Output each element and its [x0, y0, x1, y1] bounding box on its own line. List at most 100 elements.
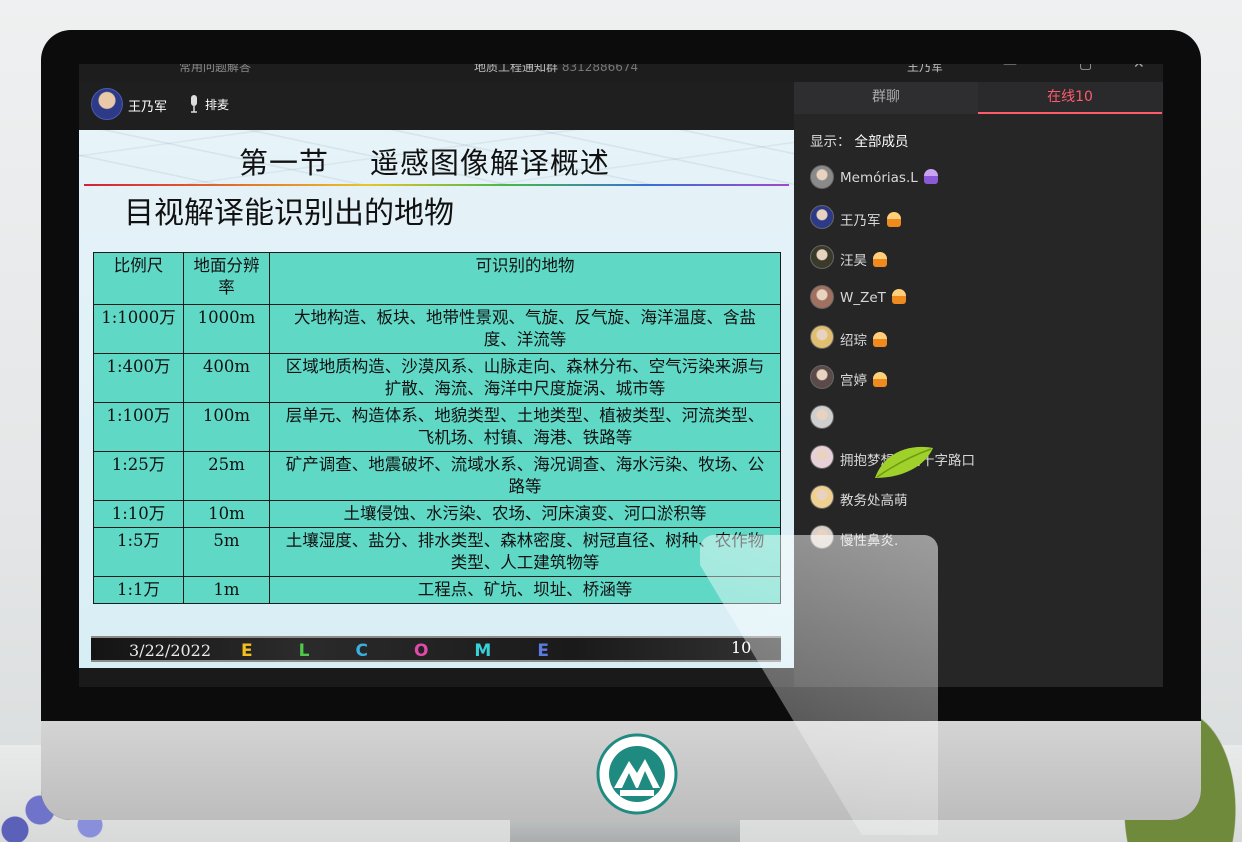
queue-button[interactable]: 排麦: [205, 96, 229, 113]
table-row: 1:5万 5m 土壤湿度、盐分、排水类型、森林密度、树冠直径、树种、农作物类型、人工…: [93, 527, 781, 577]
member-name-text: 宫婷: [840, 373, 867, 389]
member-name-text: 绍琮: [840, 333, 867, 349]
cell-scale: 1:5万: [93, 527, 184, 577]
monitor-chin: [41, 721, 1201, 820]
filter-value[interactable]: 全部成员: [855, 134, 909, 150]
host-avatar[interactable]: [91, 88, 123, 120]
member-item[interactable]: 宫婷: [810, 365, 1140, 391]
member-item[interactable]: 王乃军: [810, 205, 1140, 231]
meeting-app-window: 常用问题解答 地质工程通知群 8312886674 王乃军 — ▢ ✕ 王乃军 …: [79, 64, 1163, 687]
student-role-icon: [873, 252, 887, 267]
title-bar: 常用问题解答 地质工程通知群 8312886674 王乃军 — ▢ ✕: [79, 64, 1163, 82]
title-faq[interactable]: 常用问题解答: [179, 64, 251, 75]
header-scale: 比例尺: [93, 252, 184, 305]
cell-features: 矿产调查、地震破坏、流域水系、海况调查、海水污染、牧场、公路等: [269, 451, 781, 501]
member-avatar[interactable]: [810, 365, 834, 389]
member-name: 宫婷: [840, 369, 887, 389]
table-row: 1:25万 25m 矿产调查、地震破坏、流域水系、海况调查、海水污染、牧场、公路等: [93, 451, 781, 501]
table-row: 1:1000万 1000m 大地构造、板块、地带性景观、气旋、反气旋、海洋温度、含盐…: [93, 304, 781, 354]
leaf-decoration-icon: [875, 446, 933, 478]
maximize-icon[interactable]: ▢: [1079, 64, 1092, 72]
member-avatar[interactable]: [810, 285, 834, 309]
member-item[interactable]: 汪昊: [810, 245, 1140, 271]
member-avatar[interactable]: [810, 405, 834, 429]
member-item[interactable]: 教务处高萌: [810, 485, 1140, 511]
mic-icon[interactable]: [187, 94, 201, 114]
monitor-frame: 常用问题解答 地质工程通知群 8312886674 王乃军 — ▢ ✕ 王乃军 …: [41, 30, 1201, 820]
member-avatar[interactable]: [810, 485, 834, 509]
banner-letter: O: [413, 641, 475, 661]
cell-scale: 1:25万: [93, 451, 184, 501]
member-filter[interactable]: 显示： 全部成员: [810, 130, 909, 150]
cell-scale: 1:10万: [93, 500, 184, 528]
cell-resolution: 10m: [183, 500, 270, 528]
slide-date: 3/22/2022: [129, 641, 212, 660]
member-item[interactable]: [810, 405, 1140, 431]
slide-welcome-banner: ELCOME: [241, 641, 595, 661]
table-row: 1:10万 10m 土壤侵蚀、水污染、农场、河床演变、河口淤积等: [93, 500, 781, 528]
cell-scale: 1:400万: [93, 353, 184, 403]
member-avatar[interactable]: [810, 325, 834, 349]
member-name-text: Memórias.L: [840, 170, 918, 186]
close-icon[interactable]: ✕: [1133, 64, 1145, 72]
sidebar-tabs: 群聊 在线10: [794, 82, 1163, 114]
school-logo-icon: [596, 733, 678, 815]
table-header-row: 比例尺 地面分辨率 可识别的地物: [93, 252, 781, 305]
member-name: 教务处高萌: [840, 489, 908, 509]
member-item[interactable]: 绍琮: [810, 325, 1140, 351]
banner-letter: E: [537, 641, 595, 661]
slide-heading: 目视解译能识别出的地物: [124, 196, 454, 231]
cell-features: 区域地质构造、沙漠风系、山脉走向、森林分布、空气污染来源与扩散、海流、海洋中尺度…: [269, 353, 781, 403]
member-avatar[interactable]: [810, 165, 834, 189]
window-title: 地质工程通知群 8312886674: [474, 64, 639, 74]
slide-divider: [84, 184, 789, 186]
host-name: 王乃军: [128, 100, 168, 115]
student-role-icon: [891, 289, 906, 304]
cell-features: 土壤侵蚀、水污染、农场、河床演变、河口淤积等: [269, 500, 781, 528]
table-row: 1:100万 100m 层单元、构造体系、地貌类型、土地类型、植被类型、河流类型、飞…: [93, 402, 781, 452]
title-user[interactable]: 王乃军: [907, 64, 943, 75]
banner-letter: M: [474, 641, 538, 661]
slide-footer: 3/22/2022 ELCOME 10: [91, 636, 781, 662]
shared-slide: 第一节 遥感图像解译概述 目视解译能识别出的地物 比例尺 地面分辨率 可识别的地…: [79, 130, 794, 668]
cell-scale: 1:1000万: [93, 304, 184, 354]
header-features: 可识别的地物: [269, 252, 781, 305]
member-item[interactable]: W_ZeT: [810, 285, 1140, 311]
teacher-role-icon: [923, 169, 938, 184]
banner-letter: E: [241, 641, 299, 661]
member-name: 王乃军: [840, 209, 901, 229]
member-name: W_ZeT: [840, 289, 906, 306]
slide-section-title: 第一节 遥感图像解译概述: [239, 146, 610, 180]
student-role-icon: [886, 212, 901, 227]
member-item[interactable]: 拥抱梦想走向十字路口: [810, 445, 1140, 471]
member-name-text: W_ZeT: [840, 290, 886, 306]
member-name: 绍琮: [840, 329, 887, 349]
banner-letter: C: [355, 641, 414, 661]
cell-resolution: 1m: [183, 576, 270, 604]
student-role-icon: [873, 332, 887, 347]
cell-resolution: 100m: [183, 402, 270, 452]
cell-resolution: 400m: [183, 353, 270, 403]
member-avatar[interactable]: [810, 245, 834, 269]
cell-scale: 1:1万: [93, 576, 184, 604]
student-role-icon: [873, 372, 887, 387]
header-resolution: 地面分辨率: [183, 252, 270, 305]
member-name: 汪昊: [840, 249, 887, 269]
cell-features: 层单元、构造体系、地貌类型、土地类型、植被类型、河流类型、飞机场、村镇、海港、铁…: [269, 402, 781, 452]
cell-features: 工程点、矿坑、坝址、桥涵等: [269, 576, 781, 604]
member-name-text: 汪昊: [840, 253, 867, 269]
member-avatar[interactable]: [810, 445, 834, 469]
tab-group-chat[interactable]: 群聊: [794, 82, 978, 114]
cell-scale: 1:100万: [93, 402, 184, 452]
tab-online-members[interactable]: 在线10: [978, 82, 1162, 114]
cell-resolution: 25m: [183, 451, 270, 501]
member-name-text: 王乃军: [840, 213, 881, 229]
minimize-icon[interactable]: —: [1003, 64, 1017, 72]
video-header: 王乃军 排麦: [79, 82, 794, 130]
member-name: Memórias.L: [840, 169, 938, 186]
cell-resolution: 5m: [183, 527, 270, 577]
member-avatar[interactable]: [810, 205, 834, 229]
table-row: 1:400万 400m 区域地质构造、沙漠风系、山脉走向、森林分布、空气污染来源与扩…: [93, 353, 781, 403]
features-table: 比例尺 地面分辨率 可识别的地物 1:1000万 1000m 大地构造、板块、地带性…: [93, 252, 781, 604]
member-item[interactable]: Memórias.L: [810, 165, 1140, 191]
